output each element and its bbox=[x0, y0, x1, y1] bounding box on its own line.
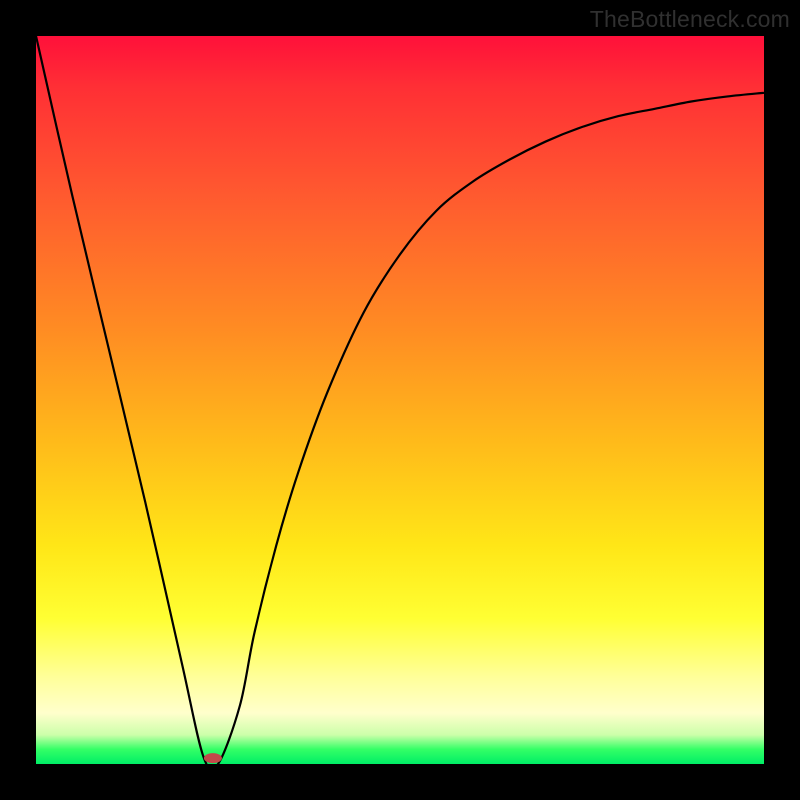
bottleneck-curve bbox=[36, 36, 764, 764]
plot-area bbox=[36, 36, 764, 764]
minimum-marker bbox=[204, 753, 222, 763]
watermark-text: TheBottleneck.com bbox=[590, 6, 790, 33]
curve-line bbox=[36, 36, 764, 770]
chart-frame: TheBottleneck.com bbox=[0, 0, 800, 800]
